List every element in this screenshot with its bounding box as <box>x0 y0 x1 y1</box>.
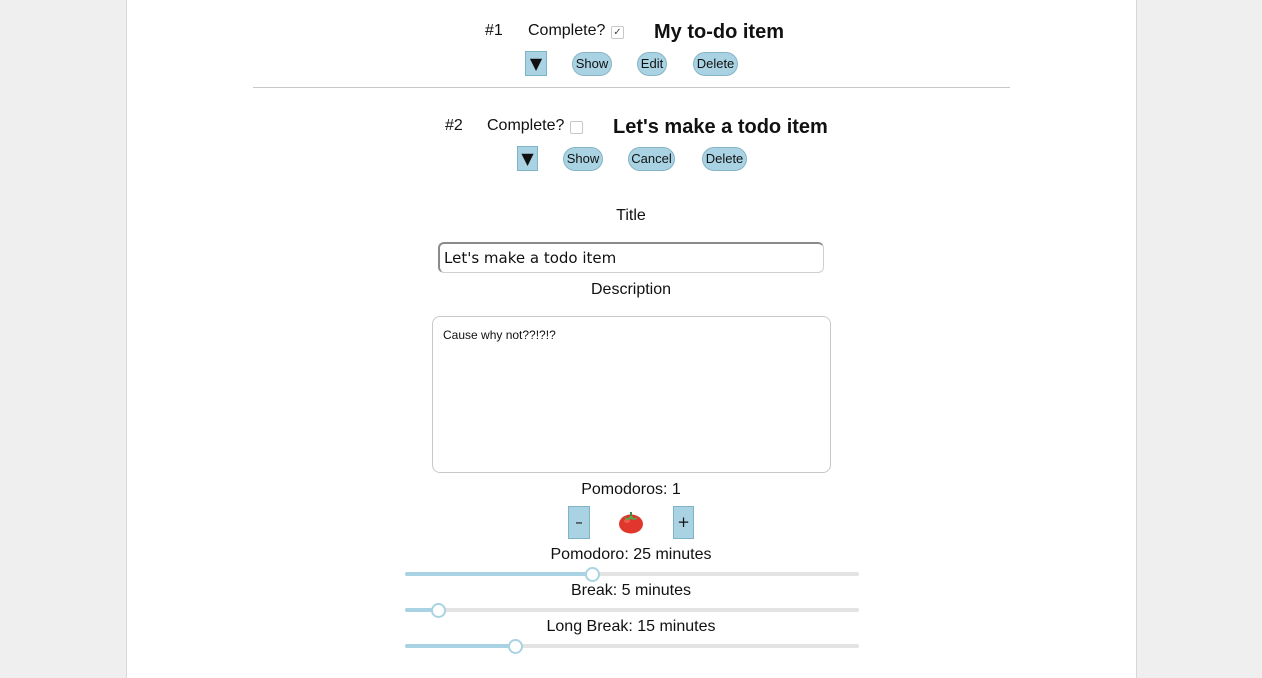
complete-checkbox[interactable]: ✓ <box>611 26 624 39</box>
slider-thumb[interactable] <box>507 639 523 654</box>
decrease-pomodoro-button[interactable]: – <box>568 506 590 539</box>
complete-label: Complete? <box>528 22 606 39</box>
delete-button[interactable]: Delete <box>693 52 738 76</box>
description-textarea[interactable]: Cause why not??!?!? <box>432 316 831 473</box>
slider-thumb[interactable] <box>430 603 446 618</box>
title-input[interactable] <box>438 242 824 273</box>
slider-thumb[interactable] <box>585 567 601 582</box>
show-button[interactable]: Show <box>572 52 612 76</box>
tomato-icon <box>619 512 643 534</box>
description-label: Description <box>590 281 672 298</box>
title-label: Title <box>616 207 646 224</box>
item-number: #1 <box>485 22 503 39</box>
expand-toggle-button[interactable]: ▼ <box>517 146 538 171</box>
break-duration-slider[interactable] <box>405 603 859 618</box>
item-number: #2 <box>445 117 463 134</box>
expand-toggle-button[interactable]: ▼ <box>525 51 547 76</box>
item-title: Let's make a todo item <box>613 116 828 138</box>
cancel-button[interactable]: Cancel <box>628 147 675 171</box>
pomodoro-duration-label: Pomodoro: 25 minutes <box>550 546 712 563</box>
pomodoros-count-label: Pomodoros: 1 <box>581 481 681 498</box>
long-break-duration-label: Long Break: 15 minutes <box>546 618 716 635</box>
item-divider <box>253 87 1010 88</box>
slider-track <box>405 608 859 612</box>
break-duration-label: Break: 5 minutes <box>570 582 692 599</box>
page-container: #1 Complete? ✓ My to-do item ▼ Show Edit… <box>126 0 1137 678</box>
delete-button[interactable]: Delete <box>702 147 747 171</box>
pomodoro-duration-slider[interactable] <box>405 567 859 582</box>
increase-pomodoro-button[interactable]: + <box>673 506 694 539</box>
complete-label: Complete? <box>487 117 565 134</box>
show-button[interactable]: Show <box>563 147 603 171</box>
slider-fill <box>405 644 514 648</box>
edit-button[interactable]: Edit <box>637 52 667 76</box>
complete-checkbox[interactable] <box>570 121 583 134</box>
item-title: My to-do item <box>654 21 784 43</box>
slider-fill <box>405 572 592 576</box>
long-break-duration-slider[interactable] <box>405 639 859 654</box>
